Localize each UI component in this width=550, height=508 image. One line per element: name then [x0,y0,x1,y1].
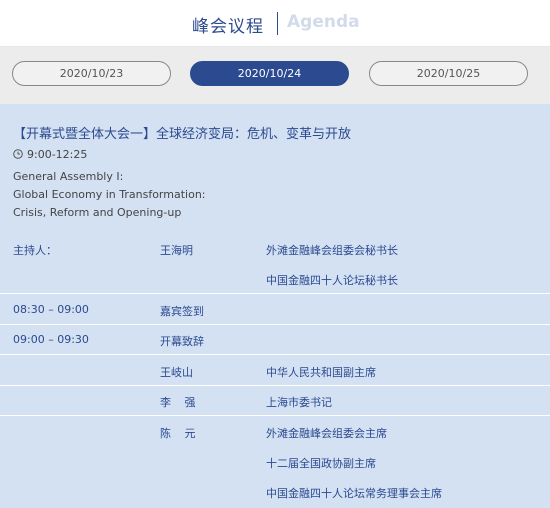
agenda-row: 中国金融四十人论坛秘书长 [0,264,550,294]
agenda-row: 李 强 上海市委书记 [0,386,550,416]
agenda-row: 陈 元 外滩金融峰会组委会主席 [0,417,550,447]
row-title: 十二届全国政协副主席 [266,457,376,470]
clock-icon [13,149,23,159]
row-title: 外滩金融峰会组委会主席 [266,427,387,440]
page-title-cn: 峰会议程 [192,17,264,37]
row-title: 中国金融四十人论坛秘书长 [266,274,398,287]
row-label: 08:30 – 09:00 [13,303,89,316]
tab-2020-10-25[interactable]: 2020/10/25 [369,61,528,86]
session-en-line-3: Crisis, Reform and Opening-up [13,206,182,219]
row-name: 王海明 [160,244,193,257]
tab-2020-10-24[interactable]: 2020/10/24 [190,61,349,86]
row-name: 陈 元 [160,427,201,440]
row-title: 中国金融四十人论坛常务理事会主席 [266,487,442,500]
agenda-row: 中国金融四十人论坛常务理事会主席 [0,477,550,507]
row-name: 李 强 [160,396,201,409]
row-label: 09:00 – 09:30 [13,333,89,346]
tab-2020-10-23[interactable]: 2020/10/23 [12,61,171,86]
agenda-row: 王岐山 中华人民共和国副主席 [0,356,550,386]
agenda-row: 08:30 – 09:00 嘉宾签到 [0,295,550,325]
row-label: 主持人： [13,244,57,257]
agenda-content: 【开幕式暨全体大会一】全球经济变局：危机、变革与开放 9:00-12:25 Ge… [0,104,550,508]
title-divider [277,12,278,35]
row-name: 开幕致辞 [160,335,204,348]
row-name: 嘉宾签到 [160,305,204,318]
row-title: 上海市委书记 [266,396,332,409]
date-tab-bar: 2020/10/23 2020/10/24 2020/10/25 [0,47,550,104]
agenda-row: 09:00 – 09:30 开幕致辞 [0,325,550,355]
row-title: 中华人民共和国副主席 [266,366,376,379]
agenda-row: 十二届全国政协副主席 [0,447,550,477]
row-name: 王岐山 [160,366,193,379]
page-header: 峰会议程 Agenda [0,0,550,47]
page-title-en: Agenda [287,12,360,32]
session-en-line-2: Global Economy in Transformation: [13,188,206,201]
session-en-line-1: General Assembly I: [13,170,124,183]
row-title: 外滩金融峰会组委会秘书长 [266,244,398,257]
session-title: 【开幕式暨全体大会一】全球经济变局：危机、变革与开放 [13,127,352,142]
session-time-text: 9:00-12:25 [27,148,88,161]
agenda-row: 主持人： 王海明 外滩金融峰会组委会秘书长 [0,234,550,264]
